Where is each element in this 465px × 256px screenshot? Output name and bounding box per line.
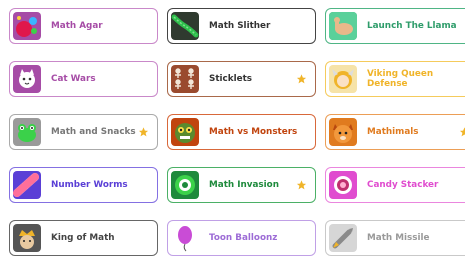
game-title: Math Missile (367, 233, 430, 243)
game-title: Number Worms (51, 180, 128, 190)
featured-star-icon (459, 127, 465, 137)
game-title: Mathimals (367, 127, 419, 137)
game-card-toon-balloonz[interactable]: Toon Balloonz (167, 220, 316, 256)
game-title: Viking Queen Defense (367, 69, 434, 89)
game-card-launch-the-llama[interactable]: Launch The Llama (325, 8, 465, 44)
king-icon (13, 224, 41, 252)
game-card-math-and-snacks[interactable]: Math and Snacks (9, 114, 158, 150)
featured-star-icon (296, 74, 307, 84)
game-card-cat-wars[interactable]: Cat Wars (9, 61, 158, 97)
game-card-math-slither[interactable]: Math Slither (167, 8, 316, 44)
game-card-math-invasion[interactable]: Math Invasion (167, 167, 316, 203)
fox-icon (329, 118, 357, 146)
game-card-math-vs-monsters[interactable]: Math vs Monsters (167, 114, 316, 150)
game-card-math-missile[interactable]: Math Missile (325, 220, 465, 256)
featured-star-icon (138, 127, 149, 137)
game-card-viking-queen-defense[interactable]: Viking Queen Defense (325, 61, 465, 97)
featured-star-icon (296, 180, 307, 190)
game-card-king-of-math[interactable]: King of Math (9, 220, 158, 256)
balloon-icon (171, 224, 199, 252)
game-card-math-agar[interactable]: Math Agar (9, 8, 158, 44)
game-card-number-worms[interactable]: Number Worms (9, 167, 158, 203)
game-card-sticklets[interactable]: Sticklets (167, 61, 316, 97)
game-title: Math Agar (51, 21, 103, 31)
missile-icon (329, 224, 357, 252)
green-alien-icon (171, 171, 199, 199)
game-title: King of Math (51, 233, 115, 243)
game-title: Candy Stacker (367, 180, 439, 190)
worm-icon (13, 171, 41, 199)
cat-icon (13, 65, 41, 93)
monster-icon (171, 118, 199, 146)
green-frog-icon (13, 118, 41, 146)
game-title: Math Slither (209, 21, 271, 31)
game-title: Launch The Llama (367, 21, 457, 31)
game-card-candy-stacker[interactable]: Candy Stacker (325, 167, 465, 203)
game-card-mathimals[interactable]: Mathimals (325, 114, 465, 150)
candy-icon (329, 171, 357, 199)
stick-figures-icon (171, 65, 199, 93)
game-title: Toon Balloonz (209, 233, 278, 243)
game-title: Cat Wars (51, 74, 96, 84)
colored-blobs-icon (13, 12, 41, 40)
game-title: Math vs Monsters (209, 127, 298, 137)
green-snake-icon (171, 12, 199, 40)
llama-icon (329, 12, 357, 40)
viking-queen-icon (329, 65, 357, 93)
game-grid: Math Agar Math Slither Launch The Llama (9, 8, 465, 256)
